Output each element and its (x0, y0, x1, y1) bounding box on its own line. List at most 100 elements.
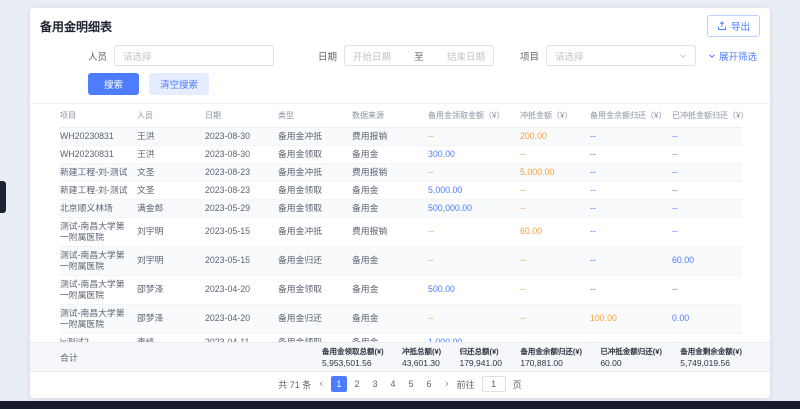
person-filter-label: 人员 (88, 49, 107, 63)
petty-cash-table: 项目人员日期类型数据来源备用金领取金额（¥）冲抵金额（¥）备用金余额归还（¥）已… (60, 104, 742, 342)
expand-filters-link[interactable]: 展开筛选 (708, 49, 757, 63)
cell-amount: -- (590, 275, 672, 304)
cell-amount: -- (428, 246, 520, 275)
page-list: 123456 (331, 376, 437, 392)
cell-project: 新建工程-刘-测试 (60, 181, 137, 199)
page-button-6[interactable]: 6 (421, 376, 437, 392)
search-button[interactable]: 搜索 (88, 73, 139, 95)
cell-person: 王洪 (137, 128, 205, 146)
cell-source: 备用金 (352, 333, 428, 342)
cell-amount: 60.00 (672, 246, 742, 275)
bottom-bar (0, 401, 800, 409)
table-row: 北京顺义林场满金郎2023-05-29备用金领取备用金500,000.00---… (60, 199, 742, 217)
export-button[interactable]: 导出 (707, 15, 760, 37)
clear-search-button[interactable]: 清空搜索 (149, 73, 209, 95)
next-page-button[interactable]: › (442, 378, 452, 390)
summary-item: 冲抵总额(¥)43,601.30 (402, 346, 441, 368)
cell-amount: 1,000.00 (428, 333, 520, 342)
summary-item-value: 5,953,501.56 (322, 358, 384, 368)
summary-item: 已冲抵金额归还(¥)60.00 (600, 346, 662, 368)
cell-amount: -- (590, 217, 672, 246)
cell-person: 文圣 (137, 163, 205, 181)
summary-item-label: 冲抵总额(¥) (402, 346, 441, 357)
cell-type: 备用金冲抵 (278, 128, 352, 146)
column-header: 冲抵金额（¥） (520, 104, 590, 128)
person-filter-placeholder: 请选择 (123, 49, 152, 63)
cell-person: 刘宇明 (137, 217, 205, 246)
cell-amount: -- (672, 333, 742, 342)
cell-project: 测试-南昌大学第一附属医院 (60, 275, 137, 304)
summary-item-value: 170,881.00 (520, 358, 582, 368)
cell-project: 测试-南昌大学第一附属医院 (60, 217, 137, 246)
cell-source: 备用金 (352, 246, 428, 275)
cell-type: 备用金归还 (278, 304, 352, 333)
cell-type: 备用金领取 (278, 181, 352, 199)
date-range-input[interactable]: 开始日期 至 结束日期 (344, 45, 494, 66)
cell-date: 2023-04-20 (205, 275, 278, 304)
cell-type: 备用金领取 (278, 275, 352, 304)
goto-unit: 页 (513, 378, 522, 391)
page-button-1[interactable]: 1 (331, 376, 347, 392)
cell-project: WH20230831 (60, 145, 137, 163)
cell-project: 新建工程-刘-测试 (60, 163, 137, 181)
prev-page-button[interactable]: ‹ (316, 378, 326, 390)
summary-row: 合计 备用金领取总额(¥)5,953,501.56 冲抵总额(¥)43,601.3… (30, 342, 770, 372)
filter-bar: 人员 请选择 日期 开始日期 至 结束日期 项目 请选择 展开筛 (30, 42, 770, 69)
cell-date: 2023-05-15 (205, 217, 278, 246)
page-button-2[interactable]: 2 (349, 376, 365, 392)
topbar: 备用金明细表 导出 (30, 8, 770, 42)
page-button-5[interactable]: 5 (403, 376, 419, 392)
summary-item-label: 备用金余额归还(¥) (520, 346, 582, 357)
table-row: 测试-南昌大学第一附属医院刘宇明2023-05-15备用金冲抵费用报销--60.… (60, 217, 742, 246)
cell-amount: 5,000.00 (428, 181, 520, 199)
table-row: lx测试2李峰2023-04-11备用金领取备用金1,000.00------ (60, 333, 742, 342)
cell-project: 测试-南昌大学第一附属医院 (60, 304, 137, 333)
pagination: 共 71 条 ‹ 123456 › 前往 页 (30, 372, 770, 398)
summary-item: 备用金领取总额(¥)5,953,501.56 (322, 346, 384, 368)
cell-amount: -- (428, 217, 520, 246)
cell-amount: 200.00 (520, 128, 590, 146)
table-row: WH20230831王洪2023-08-30备用金冲抵费用报销--200.00-… (60, 128, 742, 146)
cell-source: 备用金 (352, 304, 428, 333)
table-row: 测试-南昌大学第一附属医院刘宇明2023-05-15备用金归还备用金------… (60, 246, 742, 275)
cell-type: 备用金领取 (278, 145, 352, 163)
pagination-total: 共 71 条 (278, 378, 311, 391)
cell-amount: -- (520, 181, 590, 199)
petty-cash-report-card: 备用金明细表 导出 人员 请选择 日期 开始日期 至 结束日期 项目 请选择 (30, 8, 770, 398)
person-filter-input[interactable]: 请选择 (114, 45, 274, 66)
cell-date: 2023-08-30 (205, 145, 278, 163)
chevron-down-icon (679, 52, 687, 60)
summary-item: 备用金余额归还(¥)170,881.00 (520, 346, 582, 368)
cell-date: 2023-05-29 (205, 199, 278, 217)
table-row: WH20230831王洪2023-08-30备用金领取备用金300.00----… (60, 145, 742, 163)
page-button-4[interactable]: 4 (385, 376, 401, 392)
cell-amount: -- (590, 199, 672, 217)
cell-amount: -- (428, 163, 520, 181)
column-header: 数据来源 (352, 104, 428, 128)
cell-amount: 500.00 (428, 275, 520, 304)
cell-type: 备用金领取 (278, 333, 352, 342)
summary-item-value: 43,601.30 (402, 358, 441, 368)
cell-project: WH20230831 (60, 128, 137, 146)
sidebar-collapse-handle[interactable] (0, 181, 6, 213)
page-button-3[interactable]: 3 (367, 376, 383, 392)
cell-person: 文圣 (137, 181, 205, 199)
summary-item-value: 5,749,019.56 (680, 358, 742, 368)
cell-amount: -- (520, 275, 590, 304)
cell-person: 满金郎 (137, 199, 205, 217)
summary-total-label: 合计 (60, 351, 322, 364)
date-start-placeholder: 开始日期 (353, 49, 391, 63)
cell-type: 备用金冲抵 (278, 217, 352, 246)
cell-date: 2023-08-30 (205, 128, 278, 146)
project-filter-select[interactable]: 请选择 (546, 45, 696, 66)
table-row: 测试-南昌大学第一附属医院邵梦泽2023-04-20备用金归还备用金----10… (60, 304, 742, 333)
chevron-right-icon: › (445, 378, 449, 390)
cell-amount: -- (672, 217, 742, 246)
cell-source: 费用报销 (352, 128, 428, 146)
cell-source: 备用金 (352, 181, 428, 199)
goto-page-input[interactable] (482, 376, 506, 392)
cell-amount: -- (428, 304, 520, 333)
cell-amount: -- (590, 181, 672, 199)
cell-amount: -- (520, 246, 590, 275)
page-title: 备用金明细表 (40, 18, 112, 35)
